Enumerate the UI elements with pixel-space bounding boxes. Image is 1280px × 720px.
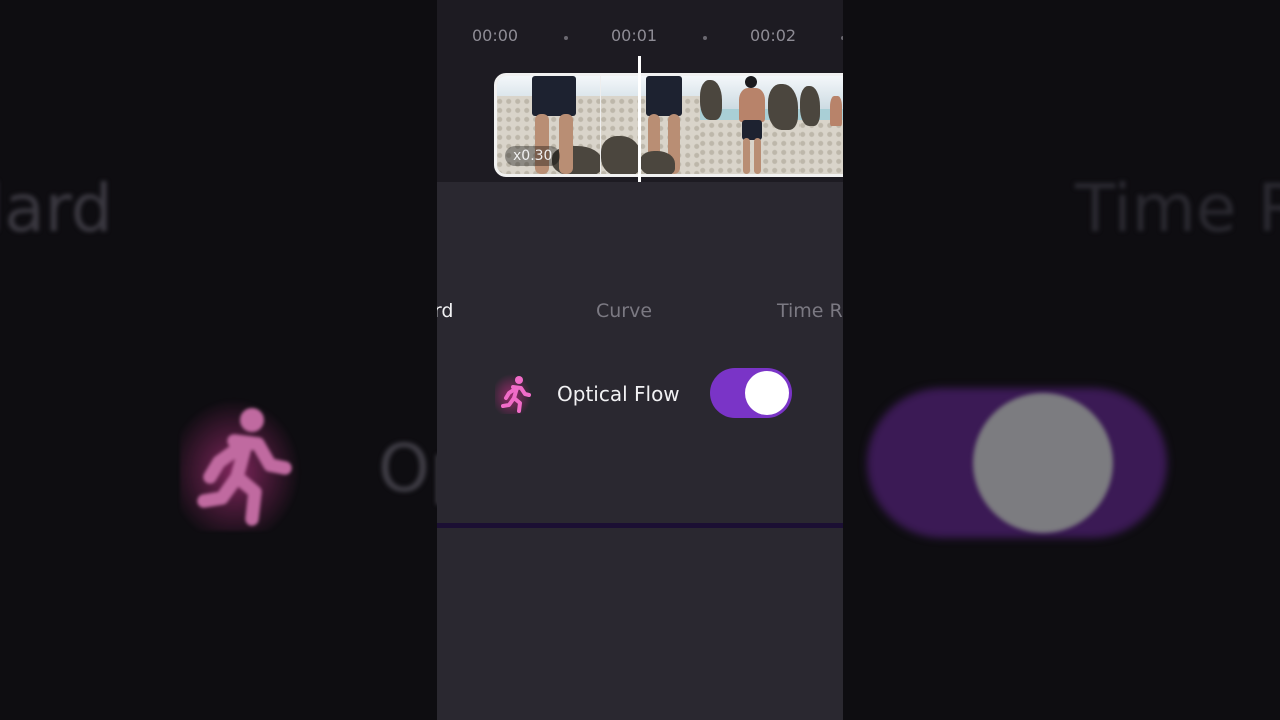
bg-tab-standard: lard: [0, 170, 113, 247]
tab-standard[interactable]: lard: [437, 300, 453, 322]
toggle-knob: [745, 371, 789, 415]
clip-thumbnail: [800, 76, 843, 174]
timeline[interactable]: 00:00 00:01 00:02 x0.30: [437, 0, 843, 182]
bg-running-person-icon: [180, 399, 300, 531]
optical-flow-label: Optical Flow: [557, 382, 680, 406]
bottom-panel: [437, 528, 843, 720]
time-tick: 00:02: [750, 26, 797, 45]
clip-thumbnail: [640, 76, 700, 174]
video-clip[interactable]: x0.30: [494, 73, 843, 177]
tick-dot: [564, 36, 568, 40]
editor-screen: 00:00 00:01 00:02 x0.30 rd Curve Time R …: [437, 0, 843, 720]
speed-mode-tabs: lard Curve Time R: [437, 296, 843, 330]
bg-toggle-knob: [973, 393, 1113, 533]
tick-dot: [841, 36, 843, 40]
clip-thumbnail: [600, 76, 641, 174]
blurred-background-right: Time R: [843, 0, 1280, 720]
tab-curve[interactable]: Curve: [596, 300, 652, 322]
running-person-icon: [495, 374, 531, 414]
blurred-background-left: lard Op: [0, 0, 437, 720]
time-tick: 00:01: [611, 26, 658, 45]
bg-tab-time-remap: Time R: [1075, 170, 1280, 247]
tick-dot: [703, 36, 707, 40]
tab-time-remap[interactable]: Time R: [777, 300, 843, 322]
playhead[interactable]: [638, 56, 641, 182]
clip-thumbnail: [700, 76, 800, 174]
optical-flow-toggle[interactable]: [710, 368, 792, 418]
clip-speed-badge: x0.30: [505, 146, 561, 166]
bg-optical-flow-label: Op: [378, 430, 437, 507]
time-tick: 00:00: [472, 26, 519, 45]
